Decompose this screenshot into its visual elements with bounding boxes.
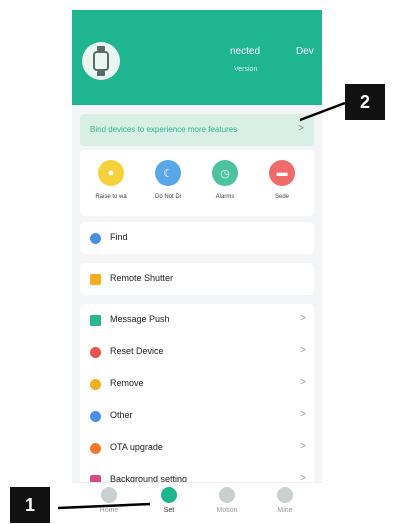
quick-raise-to-wake[interactable]: ● Raise to wa xyxy=(86,160,136,200)
row-label: Remove xyxy=(110,378,144,388)
find-card: Find xyxy=(80,222,314,254)
quick-label: Alarms xyxy=(215,194,235,200)
tab-mine[interactable]: Mine xyxy=(260,487,310,514)
callout-one: 1 xyxy=(10,487,50,523)
send-icon xyxy=(90,315,101,326)
callout-two: 2 xyxy=(345,84,385,120)
raise-to-wake-icon: ● xyxy=(98,160,124,186)
camera-icon xyxy=(90,274,101,285)
chevron-right-icon: > xyxy=(300,377,306,388)
do-not-disturb-icon: ☾ xyxy=(155,160,181,186)
row-label: Find xyxy=(110,232,128,242)
motion-icon xyxy=(219,487,235,503)
shutter-card: Remote Shutter xyxy=(80,263,314,295)
more-icon xyxy=(90,411,101,422)
watch-icon xyxy=(93,46,109,76)
tab-label: Home xyxy=(99,507,119,514)
tab-label: Motion xyxy=(216,507,238,514)
chevron-right-icon: > xyxy=(298,123,304,134)
row-other[interactable]: Other > xyxy=(80,400,314,432)
watch-avatar[interactable] xyxy=(82,42,120,80)
alarm-icon: ◷ xyxy=(212,160,238,186)
settings-icon xyxy=(161,487,177,503)
quick-label: Do Not Di xyxy=(154,194,181,200)
quick-actions: ● Raise to wa ☾ Do Not Di ◷ Alarms ▬ Sed… xyxy=(80,150,314,216)
row-label: Remote Shutter xyxy=(110,273,174,283)
chevron-right-icon: > xyxy=(300,313,306,324)
quick-sedentary[interactable]: ▬ Sede xyxy=(257,160,307,200)
tab-label: Mine xyxy=(277,507,293,514)
row-label: Message Push xyxy=(110,314,170,324)
row-label: Reset Device xyxy=(110,346,164,356)
tab-bar: Home Set Motion Mine xyxy=(72,482,322,524)
settings-card: Message Push > Reset Device > Remove > O… xyxy=(80,304,314,496)
home-icon xyxy=(101,487,117,503)
row-ota-upgrade[interactable]: OTA upgrade > xyxy=(80,432,314,464)
row-find[interactable]: Find xyxy=(80,222,314,254)
quick-alarms[interactable]: ◷ Alarms xyxy=(200,160,250,200)
sedentary-icon: ▬ xyxy=(269,160,295,186)
row-message-push[interactable]: Message Push > xyxy=(80,304,314,336)
bind-devices-banner[interactable]: Bind devices to experience more features… xyxy=(80,114,314,146)
phone-screen: nected Dev Version Bind devices to exper… xyxy=(72,10,322,524)
search-icon xyxy=(90,233,101,244)
version-label: Version xyxy=(234,66,258,73)
tab-home[interactable]: Home xyxy=(84,487,134,514)
quick-label: Sede xyxy=(274,194,289,200)
profile-icon xyxy=(277,487,293,503)
device-header: nected Dev Version xyxy=(72,10,322,105)
bind-devices-text: Bind devices to experience more features xyxy=(90,125,238,134)
tab-label: Set xyxy=(163,507,175,514)
quick-do-not-disturb[interactable]: ☾ Do Not Di xyxy=(143,160,193,200)
connection-status: nected xyxy=(230,46,261,57)
quick-label: Raise to wa xyxy=(95,194,127,200)
chevron-right-icon: > xyxy=(300,441,306,452)
link-icon xyxy=(90,379,101,390)
chevron-right-icon: > xyxy=(300,409,306,420)
row-label: Other xyxy=(110,410,133,420)
row-label: OTA upgrade xyxy=(110,442,163,452)
reset-icon xyxy=(90,347,101,358)
tab-set[interactable]: Set xyxy=(144,487,194,514)
chevron-right-icon: > xyxy=(300,345,306,356)
upgrade-icon xyxy=(90,443,101,454)
tab-motion[interactable]: Motion xyxy=(202,487,252,514)
row-remote-shutter[interactable]: Remote Shutter xyxy=(80,263,314,295)
row-reset-device[interactable]: Reset Device > xyxy=(80,336,314,368)
device-label: Dev xyxy=(296,46,314,57)
row-remove[interactable]: Remove > xyxy=(80,368,314,400)
